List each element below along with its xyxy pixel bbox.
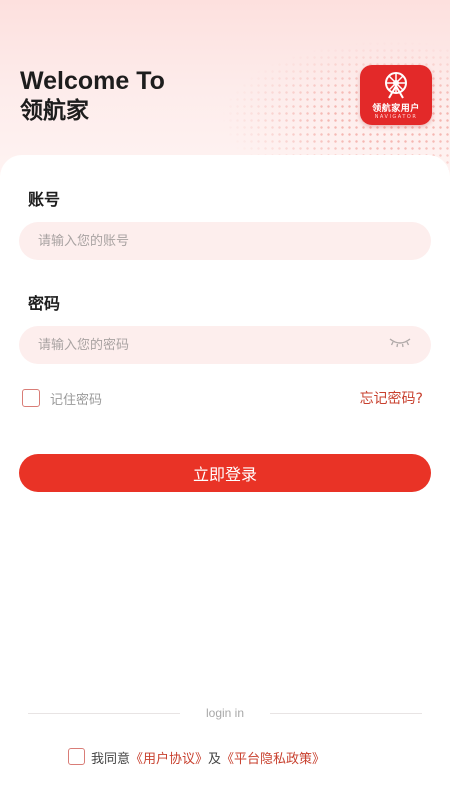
password-input[interactable] — [19, 326, 431, 364]
forgot-password-link[interactable]: 忘记密码? — [360, 388, 423, 408]
agree-checkbox[interactable] — [68, 748, 85, 765]
account-input[interactable] — [19, 222, 431, 260]
login-in-divider-text: login in — [205, 706, 245, 720]
app-logo: 领航家用户 NAVIGATOR — [360, 65, 432, 125]
password-label: 密码 — [28, 294, 61, 313]
remember-password-label: 记住密码 — [50, 393, 103, 408]
privacy-policy-link[interactable]: 《平台隐私政策》 — [221, 752, 325, 767]
logo-text: 领航家用户 — [372, 104, 420, 114]
user-agreement-link[interactable]: 《用户协议》 — [130, 752, 208, 767]
eye-closed-icon[interactable] — [388, 335, 412, 349]
agree-and: 及 — [208, 752, 222, 767]
agree-prefix: 我同意 — [91, 752, 131, 767]
logo-subtext: NAVIGATOR — [374, 114, 418, 120]
agreement-text: 我同意《用户协议》及《平台隐私政策》 — [91, 748, 325, 767]
welcome-title: Welcome To — [20, 67, 165, 95]
login-button[interactable]: 立即登录 — [19, 454, 431, 492]
account-label: 账号 — [28, 190, 61, 209]
brand-title: 领航家 — [20, 98, 89, 124]
remember-password-checkbox[interactable] — [22, 389, 40, 407]
divider-right — [270, 713, 422, 714]
ferris-wheel-icon — [385, 72, 407, 99]
divider-left — [28, 713, 180, 714]
